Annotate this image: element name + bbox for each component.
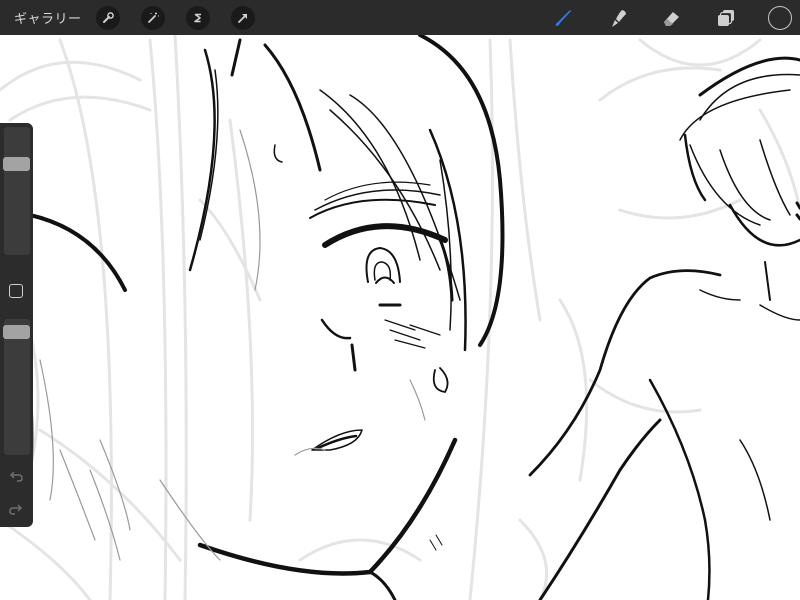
undo-arrow-icon — [9, 471, 23, 482]
brush-tool[interactable] — [550, 0, 576, 35]
gallery-button[interactable]: ギャラリー — [14, 8, 82, 27]
top-toolbar: ギャラリー — [0, 0, 800, 35]
arrow-cursor-icon — [237, 13, 247, 23]
transform-button[interactable] — [230, 5, 255, 30]
actions-button[interactable] — [95, 5, 120, 30]
redo-arrow-icon — [9, 504, 23, 515]
ink-lines — [28, 33, 800, 600]
eraser-tool[interactable] — [658, 0, 684, 35]
adjustments-button[interactable] — [140, 5, 165, 30]
opacity-slider[interactable] — [4, 319, 30, 455]
magic-wand-icon — [147, 12, 159, 23]
drawing-canvas[interactable] — [0, 0, 800, 600]
redo-button[interactable] — [8, 501, 24, 515]
guide-lines — [0, 33, 800, 600]
sketch-artwork — [0, 33, 800, 600]
opacity-slider-thumb[interactable] — [3, 325, 30, 340]
layers-icon — [718, 9, 734, 26]
layers-tool[interactable] — [713, 0, 739, 35]
selection-button[interactable] — [185, 5, 210, 30]
eraser-icon — [664, 11, 679, 26]
active-color-swatch[interactable] — [768, 5, 792, 30]
wrench-icon — [102, 11, 114, 23]
side-toolbar — [0, 123, 33, 527]
selection-s-icon — [193, 13, 201, 22]
smudge-tool[interactable] — [605, 0, 631, 35]
brush-icon — [555, 9, 571, 26]
sketch-gray-lines — [19, 129, 426, 561]
color-picker[interactable] — [768, 0, 792, 35]
smudge-icon — [612, 9, 626, 27]
brush-size-slider-thumb[interactable] — [3, 156, 30, 171]
modify-button[interactable] — [9, 284, 23, 298]
brush-size-slider[interactable] — [4, 127, 30, 255]
undo-button[interactable] — [8, 468, 24, 482]
